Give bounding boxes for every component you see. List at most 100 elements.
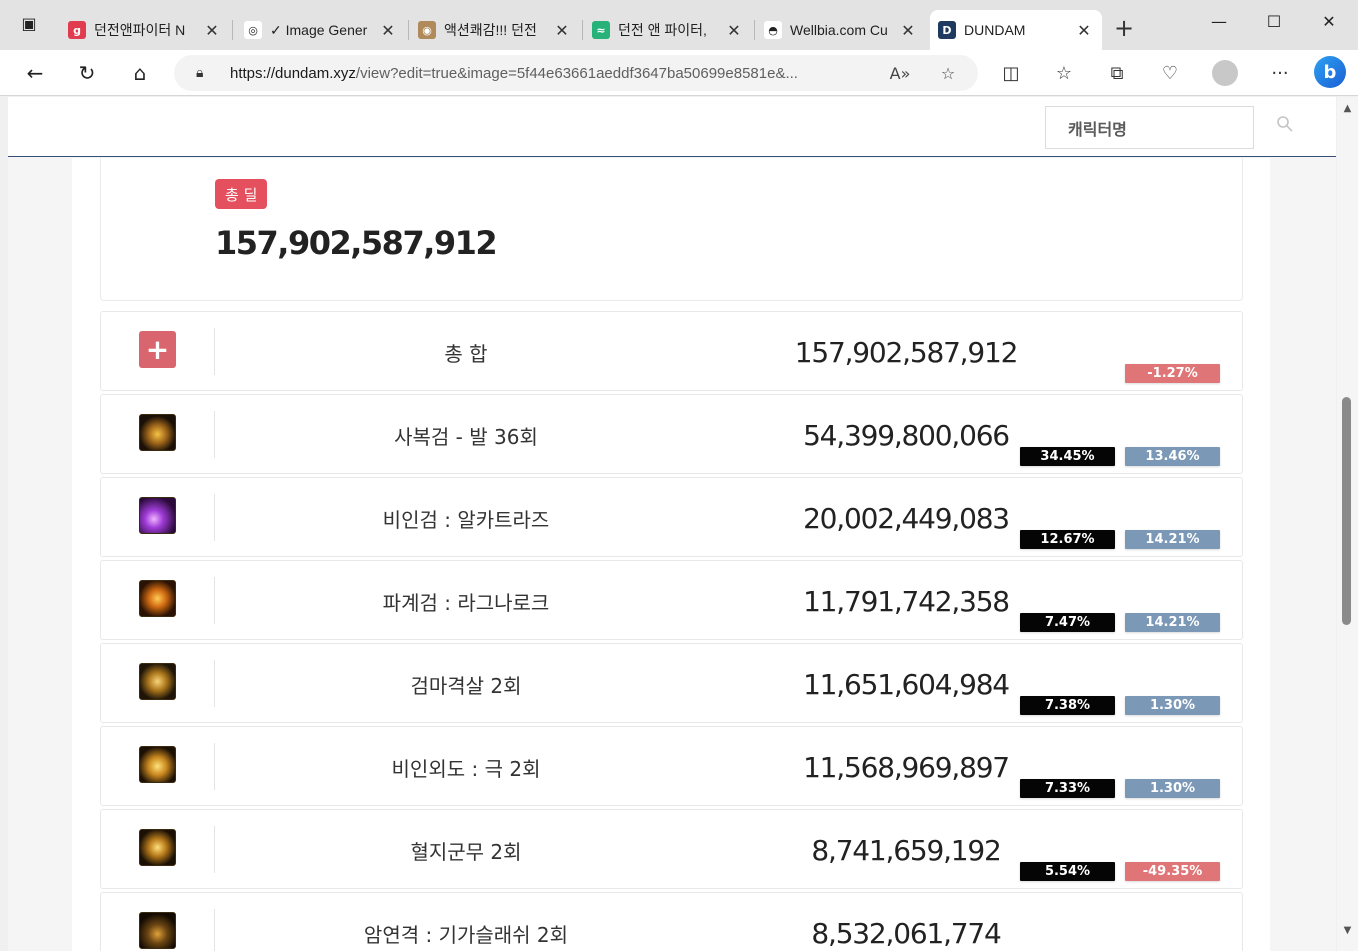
url-text[interactable]: https://dundam.xyz/view?edit=true&image=… (230, 65, 870, 82)
favorite-star-icon[interactable]: ☆ (936, 61, 960, 85)
skill-damage-value: 8,532,061,774 (811, 916, 1001, 950)
openai-icon: ◎ (244, 21, 262, 39)
skill-name: 검마격살 2회 (410, 673, 522, 698)
skill-row: 비인외도 : 극 2회 11,568,969,897 7.33% 1.30% (100, 726, 1243, 806)
skill-row: 검마격살 2회 11,651,604,984 7.38% 1.30% (100, 643, 1243, 723)
more-menu-icon[interactable]: ··· (1265, 58, 1295, 88)
total-damage-badge: 총 딜 (215, 179, 268, 209)
page-viewport: 캐릭터명 총 딜 157,902,587,912 + 총 합 157,902,587… (8, 97, 1336, 951)
favorites-icon[interactable]: ☆ (1049, 58, 1079, 88)
skill-row: 암연격 : 기가슬래쉬 2회 8,532,061,774 (100, 892, 1243, 951)
column-divider (214, 577, 215, 624)
collections-icon[interactable]: ⧉ (1102, 58, 1132, 88)
new-tab-button[interactable]: + (1110, 14, 1138, 42)
skill-icon-burst (139, 746, 176, 783)
maximize-button[interactable]: ☐ (1251, 6, 1297, 36)
skill-name: 총 합 (444, 341, 488, 366)
dundam-icon: D (938, 21, 956, 39)
tab-title: ✓ Image Gener (270, 21, 368, 38)
skill-row: 사복검 - 발 36회 54,399,800,066 34.45% 13.46% (100, 394, 1243, 474)
total-damage-card: 총 딜 157,902,587,912 (100, 158, 1243, 301)
split-screen-icon[interactable]: ◫ (996, 58, 1026, 88)
close-tab-icon[interactable]: ✕ (1074, 21, 1094, 40)
browser-essentials-icon[interactable]: ♡ (1155, 58, 1185, 88)
site-header: 캐릭터명 (8, 97, 1336, 157)
tab-separator (408, 20, 409, 40)
damage-change-badge: -1.27% (1125, 364, 1220, 383)
wave-icon: ≈ (592, 21, 610, 39)
skill-name: 파계검 : 라그나로크 (382, 590, 550, 615)
skill-icon-dragon (139, 663, 176, 700)
close-tab-icon[interactable]: ✕ (724, 21, 744, 40)
tab-1[interactable]: g 던전앤파이터 N ✕ (60, 10, 230, 50)
back-arrow-icon[interactable]: ← (20, 58, 50, 88)
damage-share-badge: 7.38% (1020, 696, 1115, 715)
browser-tab-bar: ▣ g 던전앤파이터 N ✕ ◎ ✓ Image Gener ✕ ◉ 액션쾌감!!! 던전 ✕ ≈… (0, 0, 1358, 50)
damage-change-badge: -49.35% (1125, 862, 1220, 881)
skill-icon-fire-sword (139, 580, 176, 617)
damage-share-badge: 7.47% (1020, 613, 1115, 632)
tab-actions-icon[interactable]: ▣ (14, 8, 44, 38)
tab-title: 던전앤파이터 N (94, 22, 186, 38)
close-tab-icon[interactable]: ✕ (552, 21, 572, 40)
tab-title: 액션쾌감!!! 던전 (444, 22, 537, 38)
skill-row: 파계검 : 라그나로크 11,791,742,358 7.47% 14.21% (100, 560, 1243, 640)
damage-change-badge: 14.21% (1125, 530, 1220, 549)
scrollbar-thumb[interactable] (1342, 397, 1351, 625)
column-divider (214, 826, 215, 873)
tab-title: 던전 앤 파이터, (618, 22, 707, 38)
column-divider (214, 328, 215, 375)
dnf-icon: ◉ (418, 21, 436, 39)
bing-copilot-icon[interactable]: b (1314, 56, 1346, 88)
damage-share-badge: 7.33% (1020, 779, 1115, 798)
close-tab-icon[interactable]: ✕ (378, 21, 398, 40)
damage-content: 총 딜 157,902,587,912 + 총 합 157,902,587,912 -… (72, 158, 1270, 951)
tab-3[interactable]: ◉ 액션쾌감!!! 던전 ✕ (410, 10, 580, 50)
total-row: + 총 합 157,902,587,912 -1.27% (100, 311, 1243, 391)
skill-icon-swirl (139, 829, 176, 866)
tab-4[interactable]: ≈ 던전 앤 파이터, ✕ (584, 10, 752, 50)
skill-name: 비인검 : 알카트라즈 (382, 507, 550, 532)
scroll-down-arrow-icon[interactable]: ▼ (1337, 925, 1358, 941)
damage-change-badge: 1.30% (1125, 779, 1220, 798)
close-tab-icon[interactable]: ✕ (202, 21, 222, 40)
column-divider (214, 743, 215, 790)
close-window-button[interactable]: ✕ (1306, 6, 1352, 36)
tab-separator (582, 20, 583, 40)
refresh-icon[interactable]: ↻ (72, 58, 102, 88)
tab-6[interactable]: D DUNDAM ✕ (930, 10, 1102, 50)
tab-2[interactable]: ◎ ✓ Image Gener ✕ (236, 10, 406, 50)
close-tab-icon[interactable]: ✕ (898, 21, 918, 40)
column-divider (214, 411, 215, 458)
skill-icon-dark-slash (139, 912, 176, 949)
minimize-button[interactable]: — (1196, 6, 1242, 36)
page-scrollbar[interactable]: ▲ ▼ (1337, 97, 1358, 951)
tab-title: DUNDAM (964, 22, 1026, 38)
profile-avatar-icon[interactable] (1212, 60, 1238, 86)
skill-name: 혈지군무 2회 (410, 839, 522, 864)
spy-icon: ◓ (764, 21, 782, 39)
plus-icon[interactable]: + (139, 331, 176, 368)
skill-name: 암연격 : 기가슬래쉬 2회 (363, 922, 569, 947)
skill-icon-purple-slash (139, 497, 176, 534)
tab-separator (754, 20, 755, 40)
tab-5[interactable]: ◓ Wellbia.com Cu ✕ (756, 10, 926, 50)
home-icon[interactable]: ⌂ (125, 58, 155, 88)
search-icon[interactable] (1276, 115, 1296, 135)
lock-icon[interactable]: 🔒︎ (196, 65, 214, 81)
scroll-up-arrow-icon[interactable]: ▲ (1337, 103, 1358, 119)
column-divider (214, 494, 215, 541)
skill-icon-gold-crown (139, 414, 176, 451)
damage-change-badge: 14.21% (1125, 613, 1220, 632)
column-divider (214, 660, 215, 707)
skill-name: 비인외도 : 극 2회 (391, 756, 541, 781)
damage-share-badge: 34.45% (1020, 447, 1115, 466)
total-damage-value: 157,902,587,912 (215, 224, 498, 262)
address-bar[interactable]: 🔒︎ https://dundam.xyz/view?edit=true&ima… (174, 55, 978, 91)
damage-change-badge: 1.30% (1125, 696, 1220, 715)
skill-name: 사복검 - 발 36회 (394, 424, 538, 449)
damage-share-badge: 5.54% (1020, 862, 1115, 881)
character-search-input[interactable]: 캐릭터명 (1045, 106, 1254, 149)
read-aloud-icon[interactable]: A» (888, 61, 912, 85)
skill-row: 혈지군무 2회 8,741,659,192 5.54% -49.35% (100, 809, 1243, 889)
